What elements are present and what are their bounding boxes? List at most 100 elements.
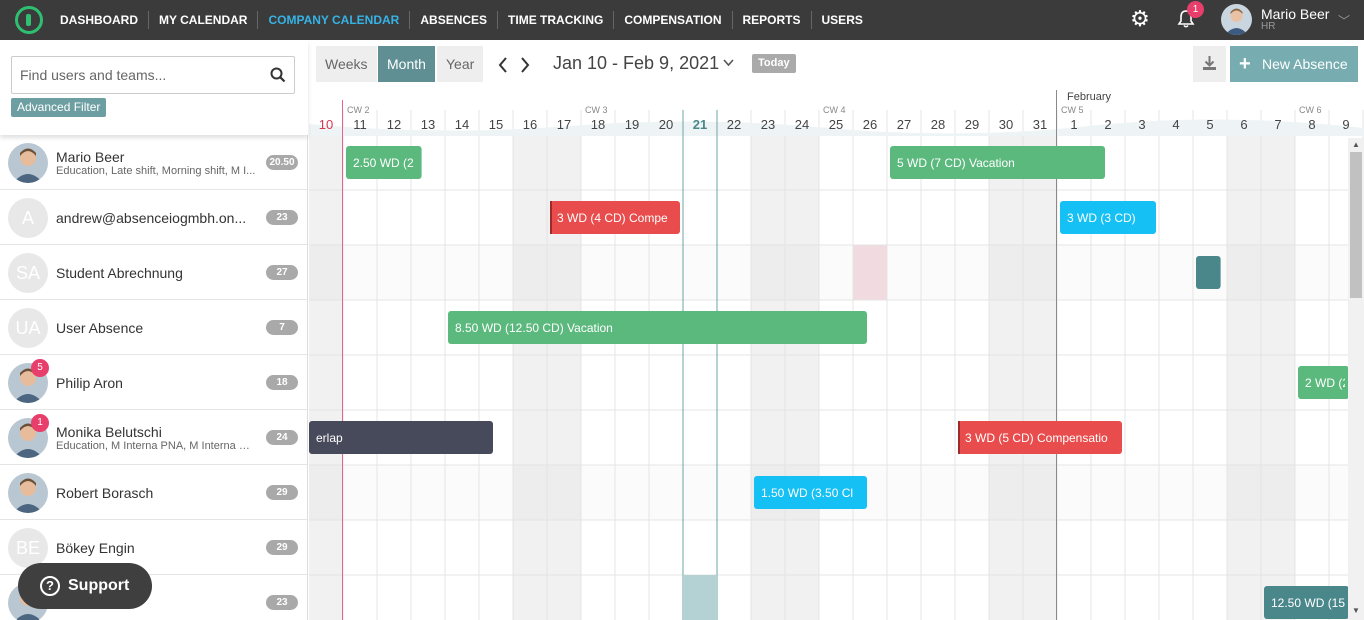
- day-number[interactable]: 13: [421, 117, 435, 132]
- view-year-button[interactable]: Year: [437, 46, 484, 82]
- day-number[interactable]: 30: [999, 117, 1013, 132]
- absence-label[interactable]: 3 WD (3 CD): [1067, 211, 1136, 225]
- nav-dashboard[interactable]: DASHBOARD: [50, 11, 148, 29]
- day-number[interactable]: 10: [319, 117, 333, 132]
- day-number[interactable]: 19: [625, 117, 639, 132]
- avatar[interactable]: A: [8, 198, 48, 238]
- scrollbar-thumb[interactable]: [1350, 152, 1362, 298]
- day-number[interactable]: 14: [455, 117, 469, 132]
- day-number[interactable]: 27: [897, 117, 911, 132]
- user-row[interactable]: 5 Philip Aron 18: [0, 355, 307, 410]
- user-name[interactable]: Monika Belutschi: [56, 424, 261, 440]
- chevron-down-icon[interactable]: [723, 59, 734, 67]
- week-label: CW 6: [1299, 105, 1322, 115]
- day-number[interactable]: 2: [1104, 117, 1111, 132]
- user-name[interactable]: Robert Borasch: [56, 485, 261, 501]
- nav-my-calendar[interactable]: MY CALENDAR: [148, 11, 257, 29]
- absence-label[interactable]: 1.50 WD (3.50 Cl: [761, 486, 853, 500]
- nav-compensation[interactable]: COMPENSATION: [613, 11, 731, 29]
- absence-label[interactable]: erlap: [316, 431, 343, 445]
- user-row[interactable]: Aandrew@absenceiogmbh.on... 23: [0, 190, 307, 245]
- chevron-down-icon[interactable]: ﹀: [1338, 12, 1350, 29]
- day-number[interactable]: 4: [1172, 117, 1179, 132]
- user-row[interactable]: Mario Beer Education, Late shift, Morning…: [0, 135, 307, 190]
- avatar[interactable]: [8, 473, 48, 513]
- user-row[interactable]: Robert Borasch 29: [0, 465, 307, 520]
- nav-reports[interactable]: REPORTS: [731, 11, 811, 29]
- user-teams: Education, Late shift, Morning shift, M …: [56, 165, 256, 177]
- day-number[interactable]: 21: [693, 117, 707, 132]
- user-name[interactable]: Mario Beer: [1261, 6, 1329, 22]
- absence-label[interactable]: 2 WD (2: [1305, 376, 1349, 390]
- user-name[interactable]: Student Abrechnung: [56, 265, 261, 281]
- avatar[interactable]: [8, 143, 48, 183]
- remaining-days-badge: 23: [266, 210, 298, 225]
- advanced-filter-button[interactable]: Advanced Filter: [11, 98, 107, 117]
- avatar[interactable]: BE: [8, 528, 48, 568]
- user-name[interactable]: andrew@absenceiogmbh.on...: [56, 210, 261, 226]
- vertical-scrollbar[interactable]: ▲ ▼: [1348, 138, 1364, 620]
- day-number[interactable]: 24: [795, 117, 809, 132]
- user-teams: Education, M Interna PNA, M Interna M...: [56, 440, 256, 452]
- absence-label[interactable]: 3 WD (4 CD) Compe: [557, 211, 668, 225]
- absence-label[interactable]: 2.50 WD (2: [353, 156, 414, 170]
- remaining-days-badge: 18: [266, 375, 298, 390]
- search-icon[interactable]: [270, 67, 286, 83]
- day-number[interactable]: 16: [523, 117, 537, 132]
- day-number[interactable]: 18: [591, 117, 605, 132]
- absence-logo-icon[interactable]: [15, 6, 43, 34]
- day-number[interactable]: 31: [1033, 117, 1047, 132]
- new-absence-button[interactable]: + New Absence: [1230, 46, 1358, 82]
- nav-company-calendar[interactable]: COMPANY CALENDAR: [257, 11, 409, 29]
- scroll-down-icon[interactable]: ▼: [1352, 606, 1360, 615]
- day-number[interactable]: 22: [727, 117, 741, 132]
- absence-bar[interactable]: [1196, 256, 1221, 289]
- absence-label[interactable]: 8.50 WD (12.50 CD) Vacation: [455, 321, 613, 335]
- support-button[interactable]: ? Support: [18, 563, 152, 609]
- absence-label[interactable]: 5 WD (7 CD) Vacation: [897, 156, 1015, 170]
- user-name[interactable]: User Absence: [56, 320, 261, 336]
- user-row[interactable]: SA Student Abrechnung 27: [0, 245, 307, 300]
- day-number[interactable]: 17: [557, 117, 571, 132]
- nav-users[interactable]: USERS: [810, 11, 873, 29]
- day-number[interactable]: 20: [659, 117, 673, 132]
- nav-time-tracking[interactable]: TIME TRACKING: [497, 11, 613, 29]
- day-number[interactable]: 5: [1206, 117, 1213, 132]
- next-arrow-icon[interactable]: [519, 56, 531, 74]
- avatar[interactable]: SA: [8, 253, 48, 293]
- notification-badge: 1: [31, 414, 49, 432]
- absence-label[interactable]: 3 WD (5 CD) Compensatio: [965, 431, 1108, 445]
- day-number[interactable]: 23: [761, 117, 775, 132]
- user-name[interactable]: Philip Aron: [56, 375, 261, 391]
- user-name[interactable]: Mario Beer: [56, 149, 261, 165]
- today-button[interactable]: Today: [752, 54, 796, 73]
- day-number[interactable]: 3: [1138, 117, 1145, 132]
- day-number[interactable]: 26: [863, 117, 877, 132]
- avatar[interactable]: [1221, 4, 1252, 35]
- day-number[interactable]: 7: [1274, 117, 1281, 132]
- day-number[interactable]: 25: [829, 117, 843, 132]
- date-range-label[interactable]: Jan 10 - Feb 9, 2021: [553, 53, 719, 74]
- day-number[interactable]: 6: [1240, 117, 1247, 132]
- search-input[interactable]: [12, 57, 252, 93]
- day-number[interactable]: 11: [353, 117, 367, 132]
- nav-absences[interactable]: ABSENCES: [409, 11, 497, 29]
- user-row[interactable]: 1 Monika Belutschi Education, M Interna PN…: [0, 410, 307, 465]
- day-number[interactable]: 12: [387, 117, 401, 132]
- user-name[interactable]: Bökey Engin: [56, 540, 261, 556]
- avatar[interactable]: UA: [8, 308, 48, 348]
- weekend-column: [989, 135, 1023, 620]
- day-number[interactable]: 8: [1308, 117, 1315, 132]
- view-weeks-button[interactable]: Weeks: [316, 46, 377, 82]
- day-number[interactable]: 9: [1342, 117, 1349, 132]
- day-number[interactable]: 1: [1070, 117, 1077, 132]
- gear-icon[interactable]: ⚙: [1129, 8, 1151, 30]
- scroll-up-icon[interactable]: ▲: [1352, 140, 1360, 149]
- user-row[interactable]: UA User Absence 7: [0, 300, 307, 355]
- day-number[interactable]: 28: [931, 117, 945, 132]
- view-month-button[interactable]: Month: [378, 46, 435, 82]
- day-number[interactable]: 29: [965, 117, 979, 132]
- day-number[interactable]: 15: [489, 117, 503, 132]
- download-button[interactable]: [1193, 46, 1226, 82]
- previous-arrow-icon[interactable]: [497, 56, 509, 74]
